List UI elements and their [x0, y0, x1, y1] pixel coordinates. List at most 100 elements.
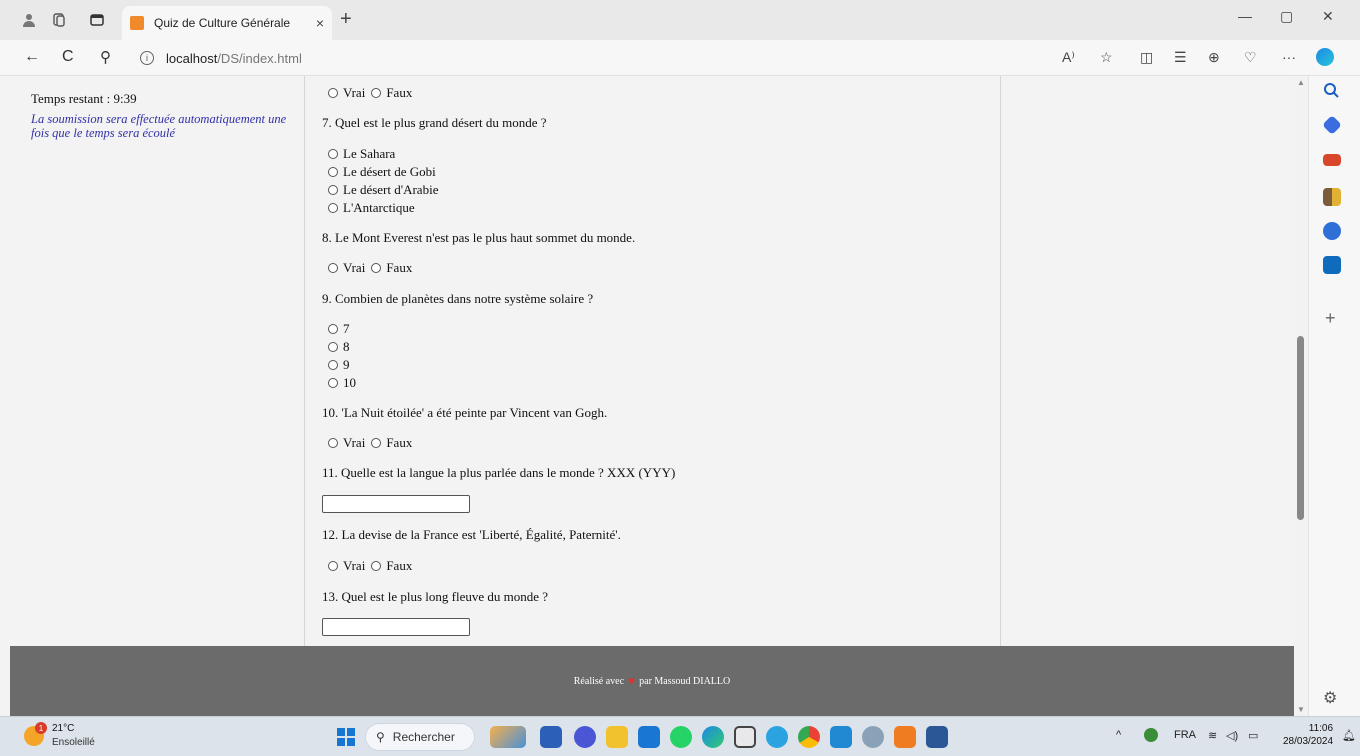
question-12: 12. La devise de la France est 'Liberté,…	[322, 527, 621, 542]
language-indicator[interactable]: FRA	[1174, 729, 1196, 741]
shopping-tag-icon[interactable]	[1322, 115, 1342, 135]
whatsapp-icon[interactable]	[670, 726, 692, 748]
copilot-icon[interactable]	[1316, 48, 1334, 66]
q7-radio[interactable]	[328, 185, 338, 195]
q7-radio[interactable]	[328, 167, 338, 177]
question-10: 10. 'La Nuit étoilée' a été peinte par V…	[322, 405, 608, 420]
q7-option-1[interactable]: Le Sahara	[328, 146, 395, 162]
q7-radio[interactable]	[328, 203, 338, 213]
word-icon[interactable]	[926, 726, 948, 748]
q11-answer-input[interactable]	[322, 495, 470, 513]
site-info-icon[interactable]: i	[140, 51, 154, 65]
task-view-icon[interactable]	[540, 726, 562, 748]
question-13: 13. Quel est le plus long fleuve du mond…	[322, 589, 549, 604]
outlook-icon[interactable]	[1323, 256, 1341, 274]
teams-chat-icon[interactable]	[574, 726, 596, 748]
chevron-up-icon[interactable]: ^	[1116, 729, 1121, 741]
minimize-button[interactable]: —	[1238, 8, 1252, 24]
window-close-button[interactable]: ✕	[1322, 8, 1334, 25]
option-label: Le Sahara	[343, 146, 396, 161]
page-footer: Réalisé avec ♥ par Massoud DIALLO	[10, 646, 1294, 716]
scroll-up-arrow-icon[interactable]: ▲	[1297, 78, 1305, 87]
weather-description[interactable]: Ensoleillé	[52, 737, 95, 748]
url-field[interactable]: i localhost/DS/index.html	[140, 46, 302, 70]
windows-taskbar: 1 21°C Ensoleillé ⚲ Rechercher ^ FRA ≋ ◁…	[0, 716, 1360, 756]
favorite-star-icon[interactable]: ☆	[1100, 49, 1113, 66]
games-icon[interactable]	[1323, 188, 1341, 206]
weather-temperature[interactable]: 21°C	[52, 723, 74, 734]
taskbar-clock[interactable]: 11:06 28/03/2024	[1283, 722, 1333, 748]
vscode-icon[interactable]	[830, 726, 852, 748]
start-button-windows-icon[interactable]	[337, 728, 355, 746]
q9-radio[interactable]	[328, 342, 338, 352]
q9-option-1[interactable]: 7	[328, 321, 350, 337]
mail-icon[interactable]	[638, 726, 660, 748]
page-scrollbar[interactable]: ▲ ▼	[1294, 76, 1308, 716]
favorites-icon[interactable]: ☰	[1174, 49, 1187, 66]
q7-option-3[interactable]: Le désert d'Arabie	[328, 182, 438, 198]
sidebar-settings-gear-icon[interactable]: ⚙	[1323, 688, 1337, 708]
q9-radio[interactable]	[328, 360, 338, 370]
q7-option-4[interactable]: L'Antarctique	[328, 200, 415, 216]
scroll-down-arrow-icon[interactable]: ▼	[1297, 705, 1305, 714]
auto-submit-note: La soumission sera effectuée automatique…	[31, 112, 287, 140]
split-screen-icon[interactable]: ◫	[1140, 49, 1153, 66]
q12-faux-radio[interactable]	[371, 561, 382, 571]
add-sidebar-app-icon[interactable]: +	[1325, 308, 1336, 329]
q12-vrai-radio[interactable]	[328, 561, 338, 571]
q9-radio[interactable]	[328, 324, 338, 334]
q9-option-2[interactable]: 8	[328, 339, 350, 355]
reload-button[interactable]: C	[62, 48, 74, 66]
telegram-icon[interactable]	[766, 726, 788, 748]
edge-browser-icon[interactable]	[702, 726, 724, 748]
profile-icon[interactable]	[14, 5, 44, 35]
more-menu-icon[interactable]: ···	[1282, 49, 1296, 65]
option-label: 7	[343, 321, 350, 336]
scroll-thumb[interactable]	[1297, 336, 1304, 520]
q6-faux-radio[interactable]	[371, 88, 382, 98]
search-icon[interactable]: ⚲	[100, 48, 111, 66]
read-aloud-icon[interactable]: A⁾	[1062, 49, 1075, 66]
q8-faux-radio[interactable]	[371, 263, 382, 273]
edge-sidebar: + ⚙	[1308, 76, 1360, 716]
q9-option-3[interactable]: 9	[328, 357, 350, 373]
q13-answer-input[interactable]	[322, 618, 470, 636]
q8-vrai-radio[interactable]	[328, 263, 338, 273]
q10-vrai-radio[interactable]	[328, 438, 338, 448]
q6-vrai-radio[interactable]	[328, 88, 338, 98]
xampp-icon[interactable]	[894, 726, 916, 748]
settings-gear-icon[interactable]	[862, 726, 884, 748]
active-tab[interactable]: Quiz de Culture Générale ×	[122, 6, 332, 40]
network-status-icon[interactable]	[1144, 728, 1158, 742]
maximize-button[interactable]: ▢	[1280, 8, 1293, 25]
browser-essentials-icon[interactable]: ♡	[1244, 49, 1257, 66]
tab-close-icon[interactable]: ×	[316, 15, 324, 31]
tools-briefcase-icon[interactable]	[1323, 154, 1341, 166]
q7-radio[interactable]	[328, 149, 338, 159]
q9-option-4[interactable]: 10	[328, 375, 356, 391]
virtualbox-cube-icon[interactable]	[734, 726, 756, 748]
q10-options: Vrai Faux	[328, 435, 412, 451]
volume-icon[interactable]: ◁)	[1226, 729, 1238, 742]
back-button[interactable]: ←	[24, 48, 40, 66]
battery-icon[interactable]: ▭	[1248, 729, 1258, 742]
option-label: 10	[343, 375, 356, 390]
q7-option-2[interactable]: Le désert de Gobi	[328, 164, 436, 180]
option-label: Faux	[386, 85, 413, 100]
file-explorer-icon[interactable]	[606, 726, 628, 748]
q9-radio[interactable]	[328, 378, 338, 388]
workspaces-icon[interactable]	[44, 5, 74, 35]
new-tab-button[interactable]: +	[340, 8, 352, 31]
taskbar-search-box[interactable]: ⚲ Rechercher	[365, 723, 475, 751]
chrome-icon[interactable]	[798, 726, 820, 748]
q10-faux-radio[interactable]	[371, 438, 382, 448]
taskbar-search-placeholder: Rechercher	[392, 730, 455, 744]
notification-bell-icon[interactable]: 🔔︎	[1342, 729, 1356, 742]
search-icon[interactable]	[1323, 82, 1341, 100]
wifi-icon[interactable]: ≋	[1208, 729, 1217, 742]
microsoft-365-icon[interactable]	[1323, 222, 1341, 240]
option-label: Vrai	[343, 85, 366, 100]
tab-actions-icon[interactable]	[82, 5, 112, 35]
collections-icon[interactable]: ⊕	[1208, 49, 1220, 66]
widgets-icon[interactable]	[490, 726, 526, 748]
